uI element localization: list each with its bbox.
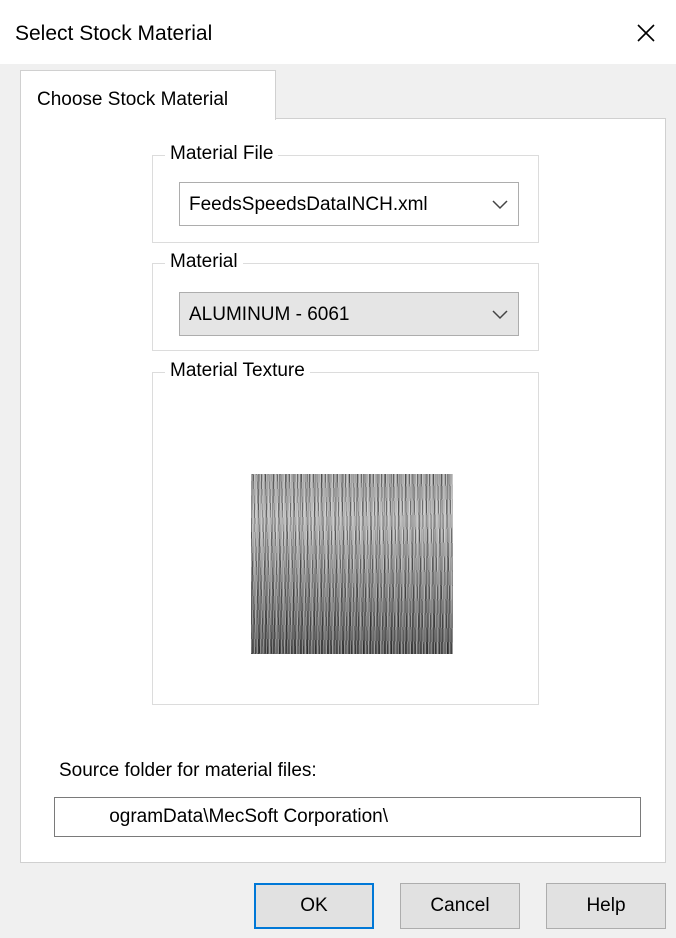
dialog-title: Select Stock Material <box>15 22 213 45</box>
title-bar: Select Stock Material <box>0 0 676 64</box>
help-button[interactable]: Help <box>546 883 666 929</box>
material-group: Material ALUMINUM - 6061 <box>152 250 539 351</box>
tab-label: Choose Stock Material <box>37 89 229 110</box>
tab-choose-stock-material[interactable]: Choose Stock Material <box>20 70 276 120</box>
material-value: ALUMINUM - 6061 <box>189 304 350 325</box>
material-texture-group: Material Texture <box>152 359 539 705</box>
material-texture-preview <box>251 474 453 654</box>
material-file-group-title: Material File <box>165 142 279 166</box>
close-button[interactable] <box>616 6 676 60</box>
material-file-dropdown[interactable]: FeedsSpeedsDataINCH.xml <box>179 182 519 226</box>
material-dropdown[interactable]: ALUMINUM - 6061 <box>179 292 519 336</box>
material-group-title: Material <box>165 250 243 274</box>
material-file-value: FeedsSpeedsDataINCH.xml <box>189 194 428 215</box>
cancel-button[interactable]: Cancel <box>400 883 520 929</box>
material-texture-group-title: Material Texture <box>165 359 310 383</box>
chevron-down-icon <box>492 310 508 320</box>
source-folder-input[interactable]: ogramData\MecSoft Corporation\ <box>54 797 641 837</box>
source-folder-label: Source folder for material files: <box>59 760 317 781</box>
tab-panel: Material File FeedsSpeedsDataINCH.xml Ma… <box>20 118 666 863</box>
material-file-group: Material File FeedsSpeedsDataINCH.xml <box>152 142 539 243</box>
ok-button[interactable]: OK <box>254 883 374 929</box>
source-folder-value: ogramData\MecSoft Corporation\ <box>109 806 388 827</box>
chevron-down-icon <box>492 200 508 210</box>
close-icon <box>637 24 655 42</box>
